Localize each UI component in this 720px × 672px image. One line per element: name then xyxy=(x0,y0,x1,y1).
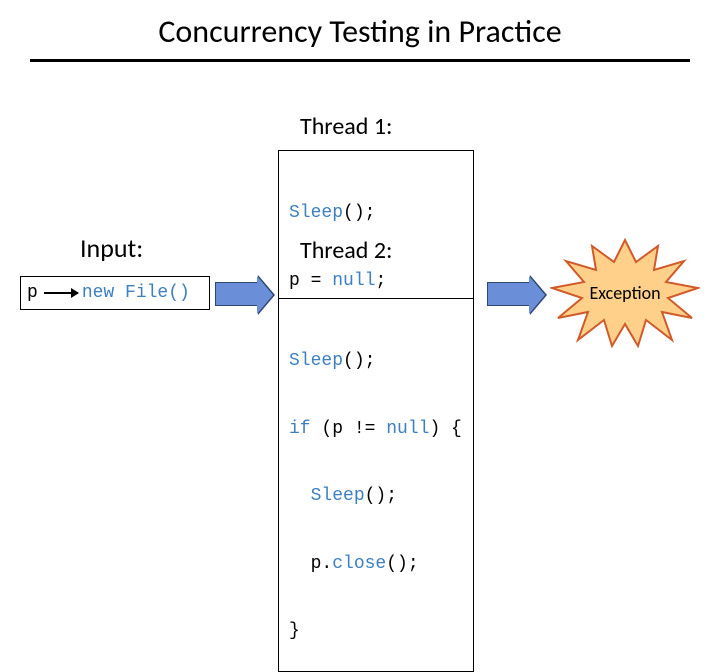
thread2-line4: p.close(); xyxy=(289,553,463,576)
code-token: (); xyxy=(386,554,429,574)
code-token: File() xyxy=(125,283,190,303)
code-token: (); xyxy=(343,351,375,371)
flow-arrow-icon xyxy=(215,282,259,306)
thread2-line2: if (p != null) { xyxy=(289,418,463,441)
pointer-arrow-icon xyxy=(44,292,78,294)
code-token: new xyxy=(82,283,114,303)
thread1-line1: Sleep(); xyxy=(289,202,463,225)
thread1-line2: p = null; xyxy=(289,270,463,293)
code-token: ; xyxy=(375,271,386,291)
thread2-line1: Sleep(); xyxy=(289,350,463,373)
title-rule xyxy=(30,59,690,62)
thread2-heading: Thread 2: xyxy=(300,236,392,265)
exception-callout: Exception xyxy=(550,238,700,348)
code-token: null xyxy=(386,419,429,439)
code-token: Sleep xyxy=(311,486,365,506)
flow-arrow-icon xyxy=(487,282,531,306)
code-token: (); xyxy=(343,203,375,223)
code-token: (); xyxy=(365,486,397,506)
code-token xyxy=(289,486,311,506)
thread2-line5: } xyxy=(289,620,463,643)
thread2-codebox: Sleep(); if (p != null) { Sleep(); p.clo… xyxy=(278,298,474,672)
code-token: null xyxy=(332,271,375,291)
input-var: p xyxy=(27,283,38,303)
input-codebox: p new File() xyxy=(20,276,210,310)
exception-label: Exception xyxy=(550,238,700,348)
code-token: p. xyxy=(289,554,332,574)
code-token: (p != xyxy=(311,419,387,439)
input-expr: new File() xyxy=(82,283,190,303)
input-heading: Input: xyxy=(80,232,143,264)
slide-title: Concurrency Testing in Practice xyxy=(0,0,720,51)
code-token: ) { xyxy=(429,419,461,439)
code-token: close xyxy=(332,554,386,574)
code-token: Sleep xyxy=(289,351,343,371)
code-token: if xyxy=(289,419,311,439)
thread2-line3: Sleep(); xyxy=(289,485,463,508)
thread1-heading: Thread 1: xyxy=(300,112,392,141)
code-token: Sleep xyxy=(289,203,343,223)
code-token: p = xyxy=(289,271,332,291)
